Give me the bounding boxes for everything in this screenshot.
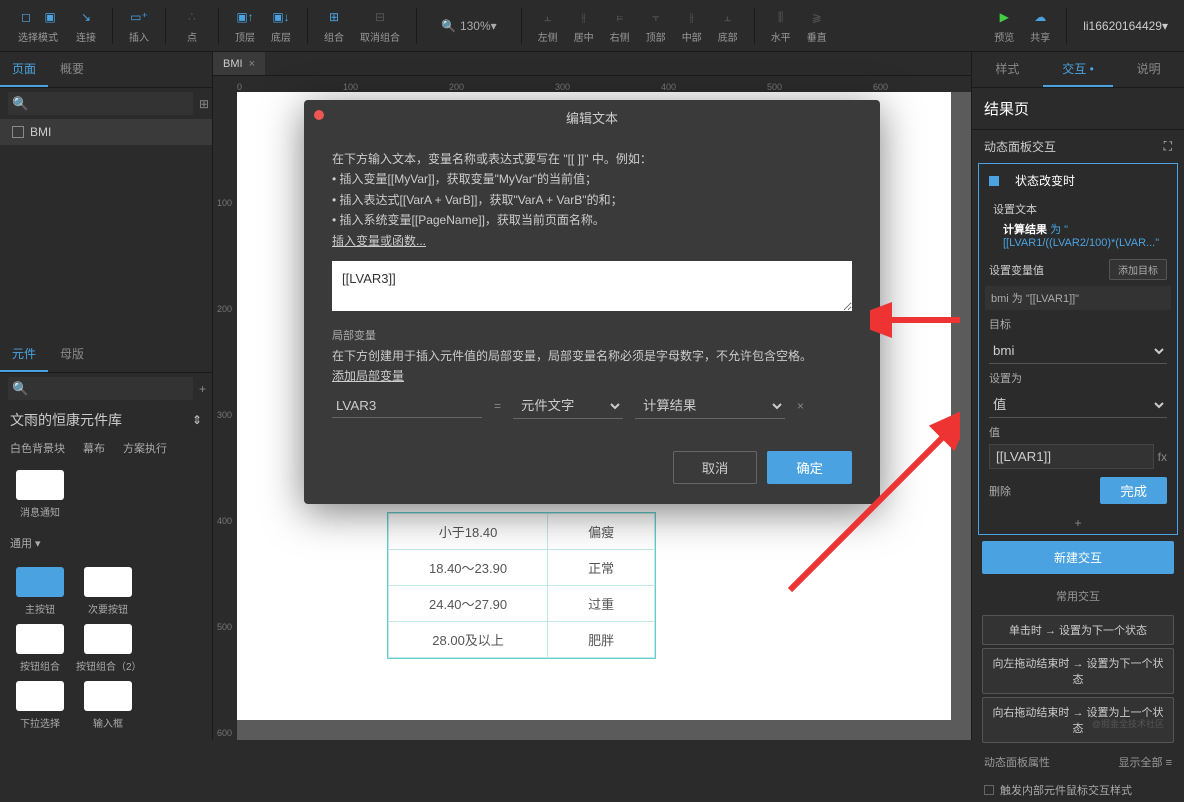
ok-button[interactable]: 确定 [767,451,852,484]
edit-text-modal: 编辑文本 在下方输入文本，变量名称或表达式要写在 "[[ ]]" 中。例如： •… [304,100,880,504]
trigger-inner-checkbox[interactable]: 触发内部元件鼠标交互样式 [972,778,1184,802]
watermark: @掘金全技术社区 [1092,717,1164,730]
delete-var-icon[interactable]: × [797,396,804,416]
modal-hint-2: • 插入表达式[[VarA + VarB]]，获取"VarA + VarB"的和… [332,190,852,210]
modal-intro: 在下方输入文本，变量名称或表达式要写在 "[[ ]]" 中。例如： [332,149,852,169]
equals-sign: = [494,396,501,416]
local-var-target-select[interactable]: 计算结果 [635,393,785,419]
modal-hint-1: • 插入变量[[MyVar]]，获取变量"MyVar"的当前值； [332,169,852,189]
cancel-button[interactable]: 取消 [673,451,758,484]
modal-backdrop: 编辑文本 在下方输入文本，变量名称或表达式要写在 "[[ ]]" 中。例如： •… [0,0,1184,740]
insert-var-link[interactable]: 插入变量或函数... [332,231,852,251]
local-var-name-input[interactable] [332,394,482,418]
modal-close-button[interactable] [314,110,324,120]
expression-input[interactable]: [[LVAR3]] [332,261,852,311]
local-var-type-select[interactable]: 元件文字 [513,393,623,419]
local-var-desc: 在下方创建用于插入元件值的局部变量，局部变量名称必须是字母数字，不允许包含空格。 [332,346,852,366]
local-variable-row: = 元件文字 计算结果 × [332,387,852,425]
modal-hint-3: • 插入系统变量[[PageName]]，获取当前页面名称。 [332,210,852,230]
modal-header: 编辑文本 [304,100,880,135]
dynamic-panel-attrs: 动态面板属性 显示全部 ≡ [972,746,1184,778]
local-var-header: 局部变量 [332,327,852,346]
add-local-var-link[interactable]: 添加局部变量 [332,366,852,386]
